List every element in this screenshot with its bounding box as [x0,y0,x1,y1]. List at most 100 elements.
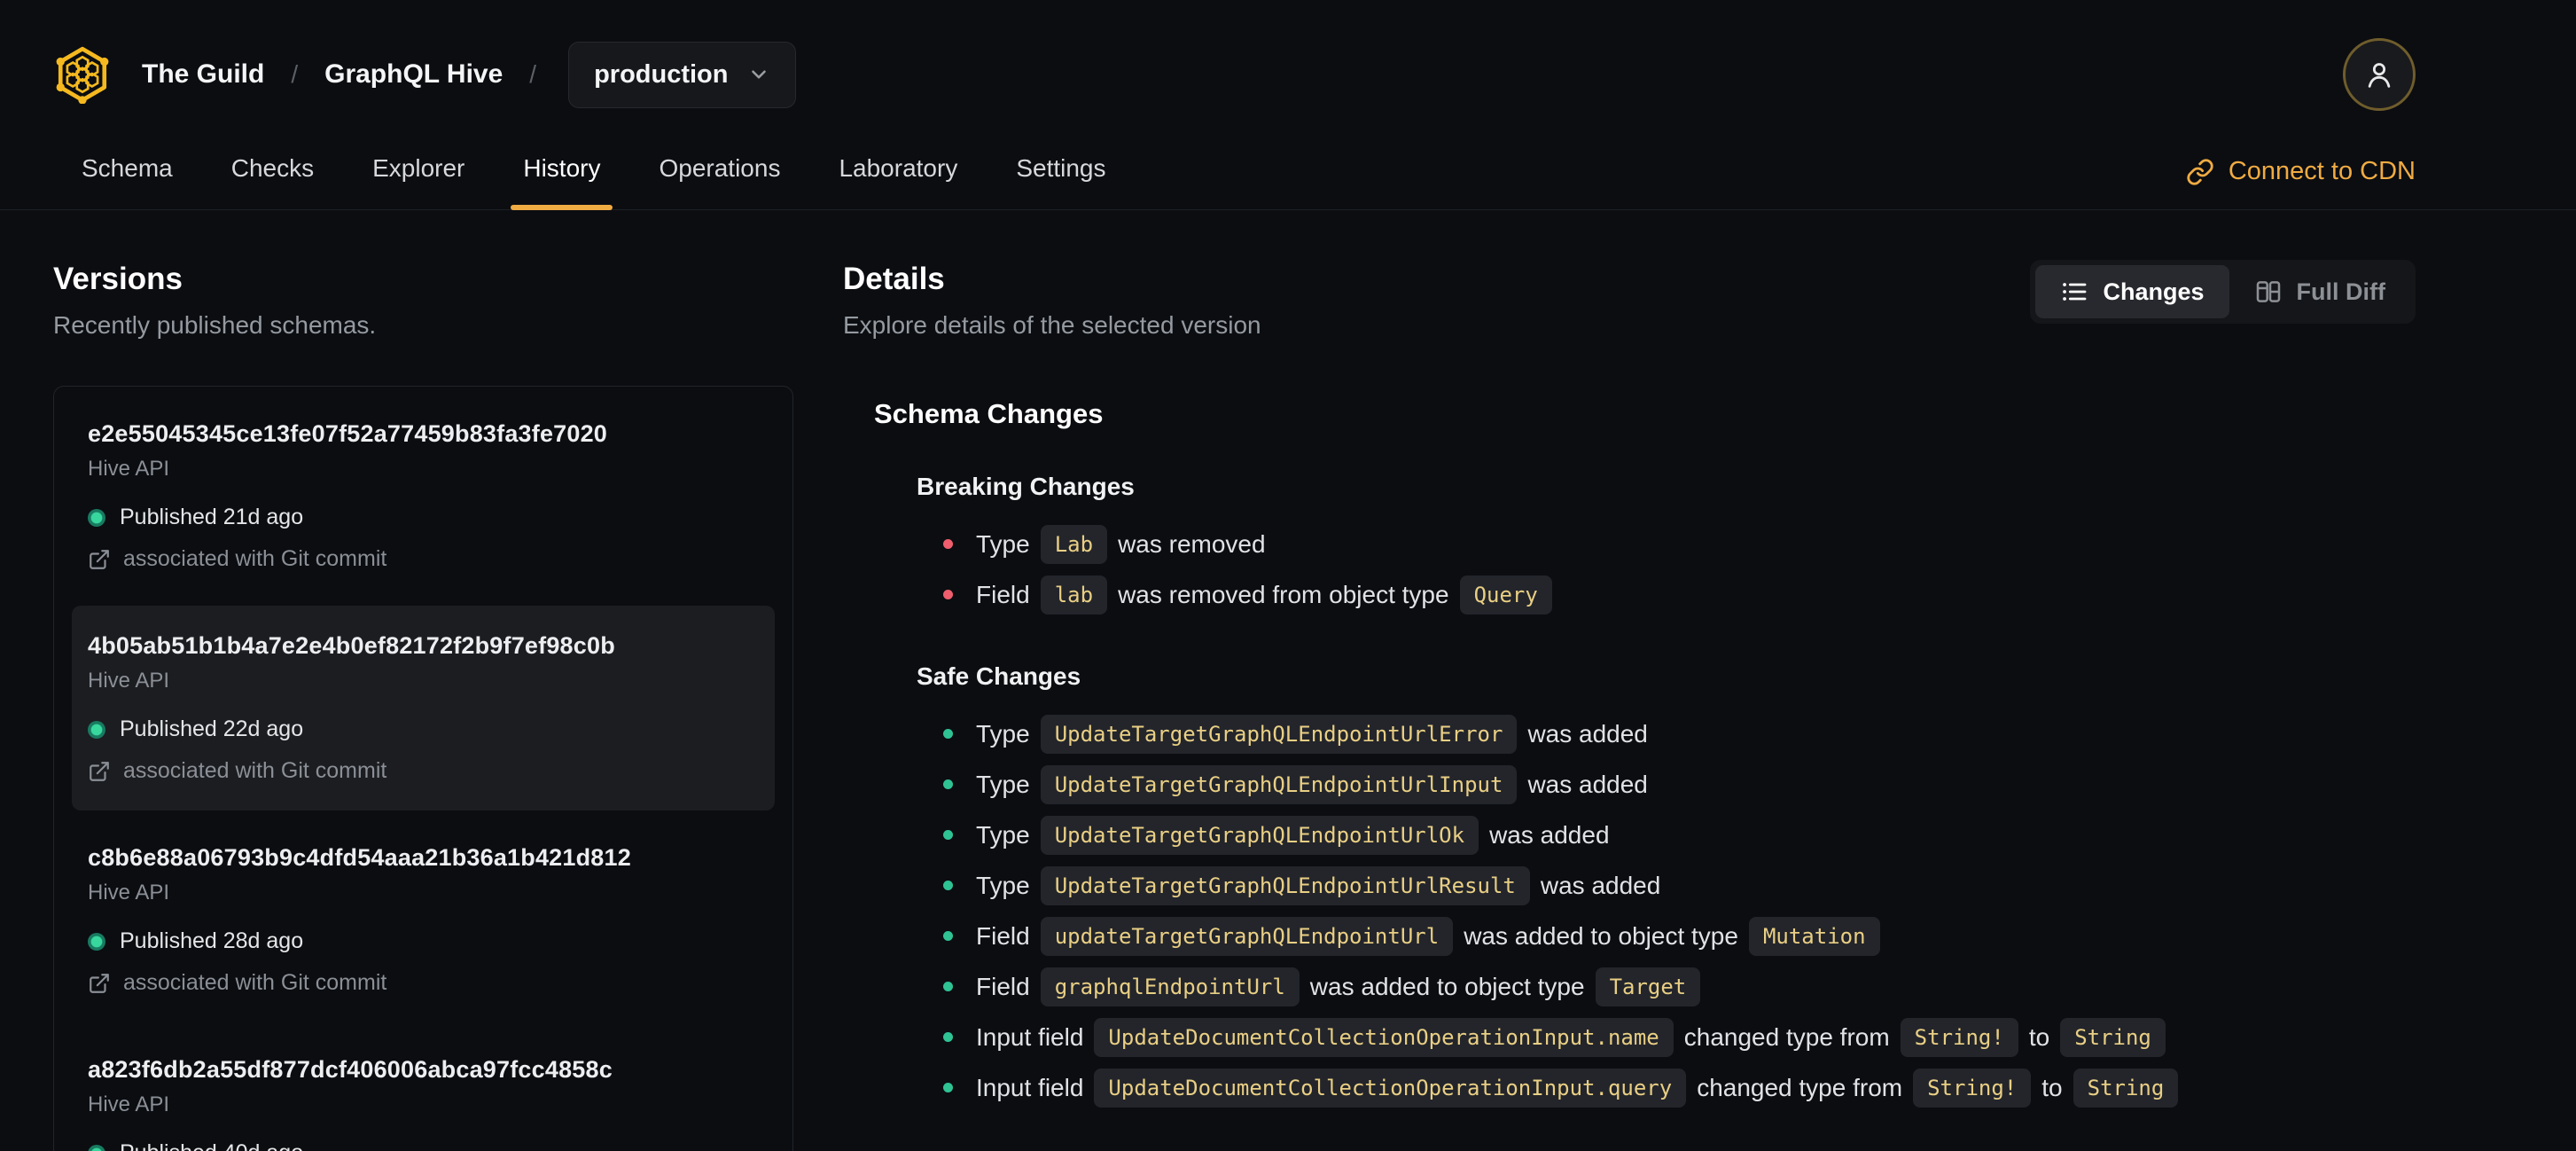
version-target: Hive API [88,881,170,904]
breadcrumb-separator: / [291,60,299,88]
changes-view-label: Changes [2103,278,2205,305]
tab-laboratory[interactable]: Laboratory [837,149,959,209]
change-text: Type [976,820,1030,849]
version-hash: 4b05ab51b1b4a7e2e4b0ef82172f2b9f7ef98c0b [88,632,615,659]
tab-schema[interactable]: Schema [80,149,175,209]
changes-view-button[interactable]: Changes [2035,265,2229,318]
bullet-icon [943,830,953,840]
tab-history[interactable]: History [511,149,613,210]
change-section-safe: Safe Changes Type UpdateTargetGraphQLEndpo… [874,662,2416,1113]
user-icon [2361,57,2397,92]
change-text: Field [976,921,1030,950]
schema-code-chip: UpdateTargetGraphQLEndpointUrlResult [1040,865,1530,905]
schema-changes: Schema Changes Breaking Changes Type Lab wa… [874,398,2416,1113]
change-row: Type UpdateTargetGraphQLEndpointUrlInput w… [943,759,2416,810]
change-text: changed type from [1697,1073,1903,1101]
schema-code-chip: UpdateDocumentCollectionOperationInput.n… [1094,1017,1674,1057]
tab-explorer[interactable]: Explorer [371,149,466,209]
app-header: The Guild / GraphQL Hive / production Sc… [0,0,2576,210]
published-label: Published 40d ago [120,1140,303,1151]
change-text: Type [976,529,1030,558]
published-label: Published 22d ago [120,716,304,741]
target-selector[interactable]: production [568,41,797,108]
schema-code-chip: Target [1595,967,1701,1006]
tab-settings[interactable]: Settings [1014,149,1107,209]
change-text: Type [976,770,1030,798]
version-target: Hive API [88,457,170,481]
schema-code-chip: String! [1913,1068,2032,1108]
change-section-breaking: Breaking Changes Type Lab was removed Field l… [874,473,2416,620]
change-text: was added to object type [1464,921,1738,950]
version-item[interactable]: c8b6e88a06793b9c4dfd54aaa21b36a1b421d812… [72,818,775,1022]
bullet-icon [943,931,953,941]
schema-code-chip: UpdateDocumentCollectionOperationInput.q… [1094,1068,1687,1108]
breadcrumb: The Guild / GraphQL Hive / production [142,41,797,108]
section-title: Safe Changes [917,662,1081,690]
versions-list: e2e55045345ce13fe07f52a77459b83fa3fe7020… [53,386,793,1151]
full-diff-view-button[interactable]: Full Diff [2229,265,2410,318]
published-dot-icon [88,508,105,527]
schema-code-chip: UpdateTargetGraphQLEndpointUrlOk [1040,815,1479,855]
version-target: Hive API [88,669,170,693]
version-published: Published 22d ago [88,716,759,742]
version-published: Published 28d ago [88,928,759,954]
schema-code-chip: Query [1459,575,1552,615]
change-row: Input field UpdateDocumentCollectionOpera… [943,1062,2416,1113]
schema-code-chip: updateTargetGraphQLEndpointUrl [1040,916,1454,956]
change-row: Type Lab was removed [943,519,2416,569]
change-sections: Breaking Changes Type Lab was removed Field l… [874,473,2416,1113]
version-item[interactable]: 4b05ab51b1b4a7e2e4b0ef82172f2b9f7ef98c0b… [72,606,775,810]
change-text: was removed [1118,529,1266,558]
list-icon [2060,278,2088,306]
schema-code-chip: lab [1040,575,1108,615]
version-item[interactable]: a823f6db2a55df877dcf406006abca97fcc4858c… [72,1030,775,1151]
change-row: Input field UpdateDocumentCollectionOpera… [943,1012,2416,1062]
view-toggle: Changes Full Diff [2030,260,2416,324]
bullet-icon [943,729,953,739]
external-link-icon [88,760,111,783]
breadcrumb-project[interactable]: GraphQL Hive [324,59,503,90]
change-text: Field [976,580,1030,608]
version-published: Published 40d ago [88,1140,759,1151]
change-text: was added [1540,871,1661,899]
tab-operations[interactable]: Operations [657,149,782,209]
change-text: was added to object type [1309,972,1585,1000]
versions-panel: Versions Recently published schemas. e2e… [53,210,793,1151]
change-text: changed type from [1683,1022,1890,1051]
version-hash: c8b6e88a06793b9c4dfd54aaa21b36a1b421d812 [88,844,631,871]
change-text: to [2041,1073,2063,1101]
full-diff-view-label: Full Diff [2296,278,2385,305]
change-text: to [2028,1022,2050,1051]
version-target: Hive API [88,1092,170,1116]
schema-code-chip: Mutation [1748,916,1880,956]
version-git-link[interactable]: associated with Git commit [88,758,759,784]
change-text: was added [1527,719,1648,748]
version-item[interactable]: e2e55045345ce13fe07f52a77459b83fa3fe7020… [72,394,775,599]
version-hash: e2e55045345ce13fe07f52a77459b83fa3fe7020 [88,420,608,447]
change-text: was added [1489,820,1610,849]
main-content: Versions Recently published schemas. e2e… [0,210,2576,1151]
version-git-link[interactable]: associated with Git commit [88,970,759,996]
change-text: was added [1527,770,1648,798]
published-dot-icon [88,932,105,951]
published-dot-icon [88,720,105,739]
split-columns-icon [2254,278,2283,306]
bullet-icon [943,1032,953,1042]
bullet-icon [943,982,953,991]
change-row: Type UpdateTargetGraphQLEndpointUrlOk was … [943,810,2416,860]
user-menu-button[interactable] [2343,38,2416,111]
bullet-icon [943,590,953,599]
change-row: Type UpdateTargetGraphQLEndpointUrlError w… [943,709,2416,759]
schema-code-chip: UpdateTargetGraphQLEndpointUrlInput [1040,764,1518,804]
connect-to-cdn-link[interactable]: Connect to CDN [2186,157,2416,186]
details-subtitle: Explore details of the selected version [843,311,1261,339]
version-git-link[interactable]: associated with Git commit [88,546,759,572]
published-label: Published 21d ago [120,505,304,529]
target-selector-value: production [594,59,729,89]
details-panel: Details Explore details of the selected … [843,210,2416,1151]
hive-logo-icon[interactable] [53,45,112,104]
breadcrumb-org[interactable]: The Guild [142,59,264,90]
tab-checks[interactable]: Checks [230,149,316,209]
change-text: Type [976,871,1030,899]
published-dot-icon [88,1144,105,1151]
